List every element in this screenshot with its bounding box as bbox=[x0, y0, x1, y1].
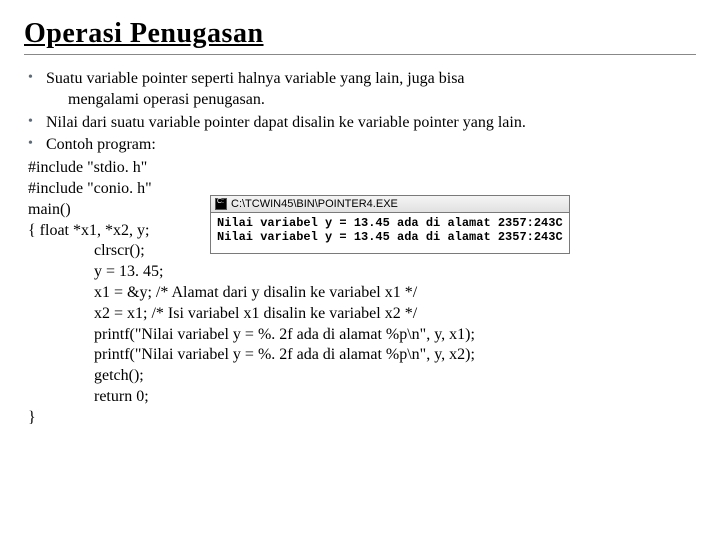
code-line: #include "stdio. h" bbox=[24, 158, 696, 179]
bullet-text: Nilai dari suatu variable pointer dapat … bbox=[46, 114, 526, 131]
code-line: printf("Nilai variabel y = %. 2f ada di … bbox=[24, 325, 696, 346]
console-line: Nilai variabel y = 13.45 ada di alamat 2… bbox=[217, 230, 563, 244]
console-window: C:\TCWIN45\BIN\POINTER4.EXE Nilai variab… bbox=[210, 195, 570, 254]
bullet-text: Contoh program: bbox=[46, 136, 156, 153]
console-line: Nilai variabel y = 13.45 ada di alamat 2… bbox=[217, 216, 563, 230]
bullet-continuation: mengalami operasi penugasan. bbox=[46, 90, 696, 111]
code-line: y = 13. 45; bbox=[24, 262, 696, 283]
code-line: x2 = x1; /* Isi variabel x1 disalin ke v… bbox=[24, 304, 696, 325]
console-title: C:\TCWIN45\BIN\POINTER4.EXE bbox=[231, 198, 398, 210]
console-output: Nilai variabel y = 13.45 ada di alamat 2… bbox=[211, 213, 569, 253]
code-line: return 0; bbox=[24, 387, 696, 408]
bullet-item: Contoh program: bbox=[24, 135, 696, 156]
console-titlebar: C:\TCWIN45\BIN\POINTER4.EXE bbox=[211, 196, 569, 213]
slide-title: Operasi Penugasan bbox=[24, 18, 696, 55]
code-line: x1 = &y; /* Alamat dari y disalin ke var… bbox=[24, 283, 696, 304]
code-line: getch(); bbox=[24, 366, 696, 387]
console-icon bbox=[215, 198, 227, 210]
bullet-text: Suatu variable pointer seperti halnya va… bbox=[46, 70, 465, 87]
code-line: printf("Nilai variabel y = %. 2f ada di … bbox=[24, 345, 696, 366]
code-line: } bbox=[24, 408, 696, 429]
bullet-item: Nilai dari suatu variable pointer dapat … bbox=[24, 113, 696, 134]
bullet-list: Suatu variable pointer seperti halnya va… bbox=[24, 69, 696, 156]
bullet-item: Suatu variable pointer seperti halnya va… bbox=[24, 69, 696, 111]
